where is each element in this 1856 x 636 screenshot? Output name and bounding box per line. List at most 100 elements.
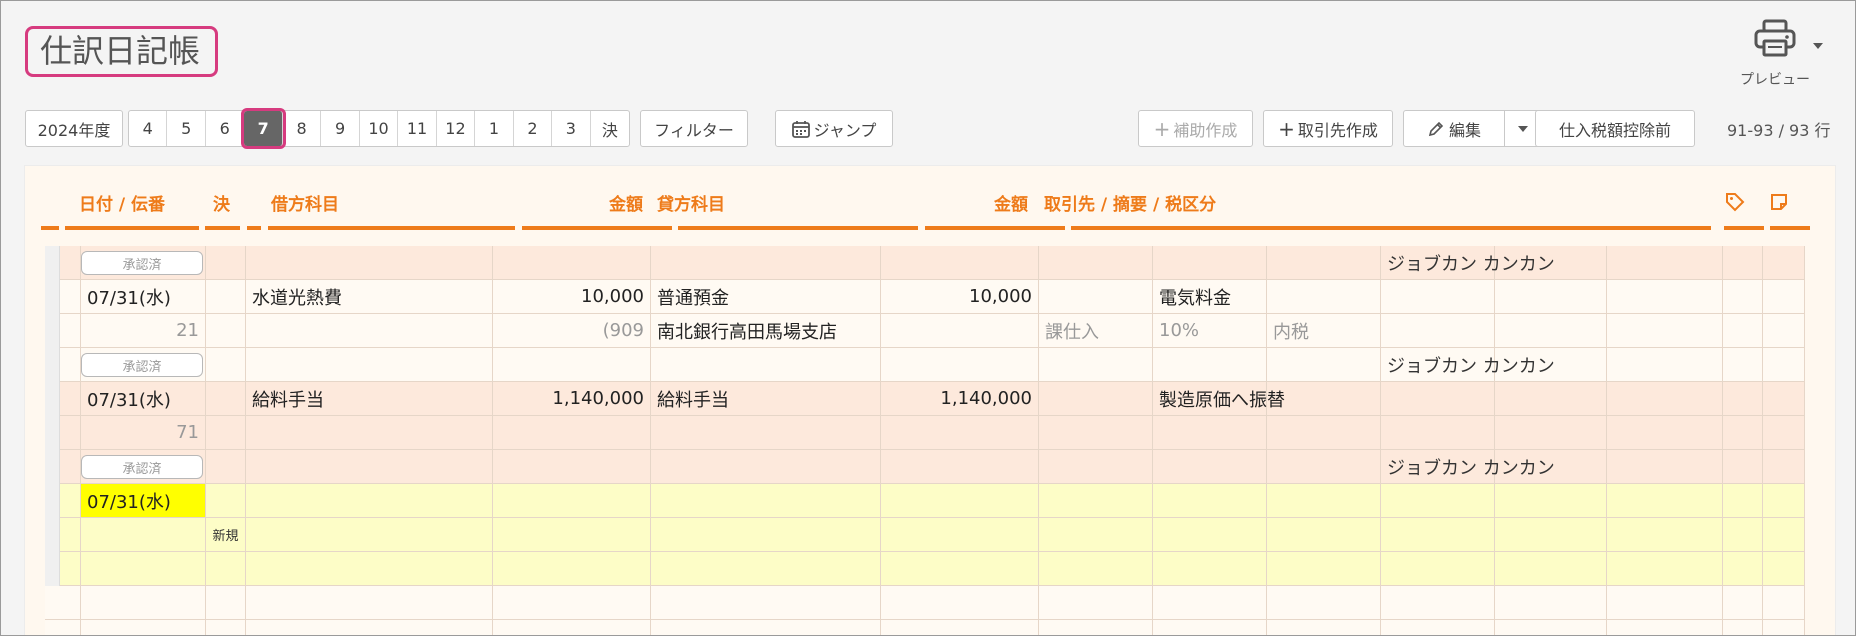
grid-cell[interactable] — [1039, 586, 1153, 620]
grid-cell[interactable] — [246, 484, 493, 518]
grid-cell[interactable] — [651, 552, 881, 586]
grid-cell[interactable] — [1267, 246, 1381, 280]
grid-cell[interactable] — [1039, 484, 1153, 518]
entry-date[interactable]: 07/31(水) — [81, 382, 206, 416]
grid-cell[interactable] — [1495, 620, 1607, 635]
credit-account[interactable]: 普通預金 — [651, 280, 881, 314]
grid-cell[interactable] — [1039, 382, 1153, 416]
grid-cell[interactable] — [1153, 450, 1267, 484]
entry-date[interactable]: 07/31(水) — [81, 280, 206, 314]
grid-cell[interactable] — [1267, 416, 1381, 450]
credit-account[interactable]: 給料手当 — [651, 382, 881, 416]
tax-category[interactable]: 課仕入 — [1039, 314, 1153, 348]
grid-cell[interactable] — [1039, 246, 1153, 280]
grid-cell[interactable] — [493, 348, 651, 382]
approver-name[interactable]: ジョブカン カンカン — [1381, 450, 1723, 484]
grid-cell[interactable] — [651, 484, 881, 518]
grid-cell[interactable] — [1723, 450, 1763, 484]
month-tab-11[interactable]: 11 — [398, 111, 437, 146]
grid-cell[interactable] — [246, 416, 493, 450]
grid-cell[interactable] — [1039, 518, 1153, 552]
grid-cell[interactable] — [206, 280, 246, 314]
grid-cell[interactable] — [1267, 348, 1381, 382]
tax-inclusion[interactable]: 内税 — [1267, 314, 1381, 348]
grid-cell[interactable] — [1039, 348, 1153, 382]
tax-rate[interactable]: 10% — [1153, 314, 1267, 348]
grid-cell[interactable] — [493, 450, 651, 484]
grid-cell[interactable] — [1267, 484, 1381, 518]
grid-cell[interactable] — [206, 246, 246, 280]
grid-cell[interactable] — [206, 314, 246, 348]
grid-cell[interactable] — [206, 586, 246, 620]
grid-cell[interactable] — [1039, 450, 1153, 484]
print-menu-caret-icon[interactable] — [1813, 43, 1823, 49]
memo-note-icon[interactable] — [1769, 182, 1789, 222]
edit-button[interactable]: 編集 — [1403, 110, 1505, 147]
grid-cell[interactable] — [1607, 314, 1723, 348]
month-tab-2[interactable]: 2 — [514, 111, 553, 146]
grid-cell[interactable] — [1039, 416, 1153, 450]
grid-cell[interactable] — [881, 552, 1039, 586]
grid-cell[interactable] — [206, 484, 246, 518]
grid-cell[interactable] — [246, 586, 493, 620]
grid-cell[interactable] — [881, 484, 1039, 518]
grid-cell[interactable] — [246, 518, 493, 552]
grid-cell[interactable] — [1039, 620, 1153, 635]
grid-cell[interactable] — [1495, 586, 1607, 620]
grid-cell[interactable] — [1607, 586, 1723, 620]
grid-cell[interactable] — [1267, 586, 1381, 620]
entry-date-input[interactable]: 07/31(水) — [81, 484, 206, 518]
voucher-number[interactable]: 21 — [81, 314, 206, 348]
grid-cell[interactable] — [1495, 518, 1607, 552]
grid-cell[interactable] — [1607, 518, 1723, 552]
grid-cell[interactable] — [1495, 484, 1607, 518]
grid-cell[interactable] — [1153, 552, 1267, 586]
month-tab-8[interactable]: 8 — [283, 111, 322, 146]
debit-amount[interactable]: 10,000 — [493, 280, 651, 314]
grid-cell[interactable] — [1607, 484, 1723, 518]
approver-name[interactable]: ジョブカン カンカン — [1381, 348, 1723, 382]
grid-cell[interactable] — [1267, 518, 1381, 552]
grid-cell[interactable] — [651, 586, 881, 620]
grid-cell[interactable] — [1153, 348, 1267, 382]
credit-amount[interactable]: 10,000 — [881, 280, 1039, 314]
grid-cell[interactable] — [1763, 552, 1805, 586]
grid-cell[interactable] — [1763, 246, 1805, 280]
grid-cell[interactable] — [1763, 518, 1805, 552]
grid-cell[interactable] — [651, 518, 881, 552]
grid-cell[interactable] — [1267, 620, 1381, 635]
approved-badge[interactable]: 承認済 — [81, 251, 203, 275]
grid-cell[interactable] — [1381, 416, 1495, 450]
grid-cell[interactable] — [1723, 620, 1763, 635]
fiscal-year-button[interactable]: 2024年度 — [25, 110, 123, 147]
grid-cell[interactable] — [1495, 314, 1607, 348]
sub-account-create-button[interactable]: + 補助作成 — [1138, 110, 1253, 147]
grid-cell[interactable] — [1607, 620, 1723, 635]
grid-cell[interactable] — [1153, 416, 1267, 450]
jump-button[interactable]: ジャンプ — [775, 110, 893, 147]
grid-cell[interactable] — [246, 314, 493, 348]
credit-sub-account[interactable]: 南北銀行高田馬場支店 — [651, 314, 881, 348]
grid-cell[interactable] — [1763, 620, 1805, 635]
grid-cell[interactable] — [81, 518, 206, 552]
grid-cell[interactable] — [1763, 280, 1805, 314]
approver-name[interactable]: ジョブカン カンカン — [1381, 246, 1723, 280]
grid-cell[interactable] — [246, 348, 493, 382]
month-tab-settlement[interactable]: 決 — [591, 111, 629, 146]
grid-cell[interactable] — [1723, 280, 1763, 314]
new-entry-label[interactable]: 新規 — [206, 518, 246, 552]
grid-cell[interactable] — [1763, 382, 1805, 416]
month-tab-10[interactable]: 10 — [360, 111, 399, 146]
month-tab-4[interactable]: 4 — [129, 111, 168, 146]
grid-cell[interactable] — [651, 416, 881, 450]
grid-cell[interactable] — [651, 246, 881, 280]
partner-create-button[interactable]: + 取引先作成 — [1263, 110, 1393, 147]
grid-cell[interactable] — [1723, 484, 1763, 518]
tag-icon[interactable] — [1725, 182, 1745, 222]
grid-cell[interactable] — [1381, 518, 1495, 552]
month-tab-7[interactable]: 7 — [241, 108, 286, 149]
grid-cell[interactable] — [45, 620, 81, 635]
grid-cell[interactable] — [493, 484, 651, 518]
grid-cell[interactable] — [651, 348, 881, 382]
grid-cell[interactable] — [493, 518, 651, 552]
